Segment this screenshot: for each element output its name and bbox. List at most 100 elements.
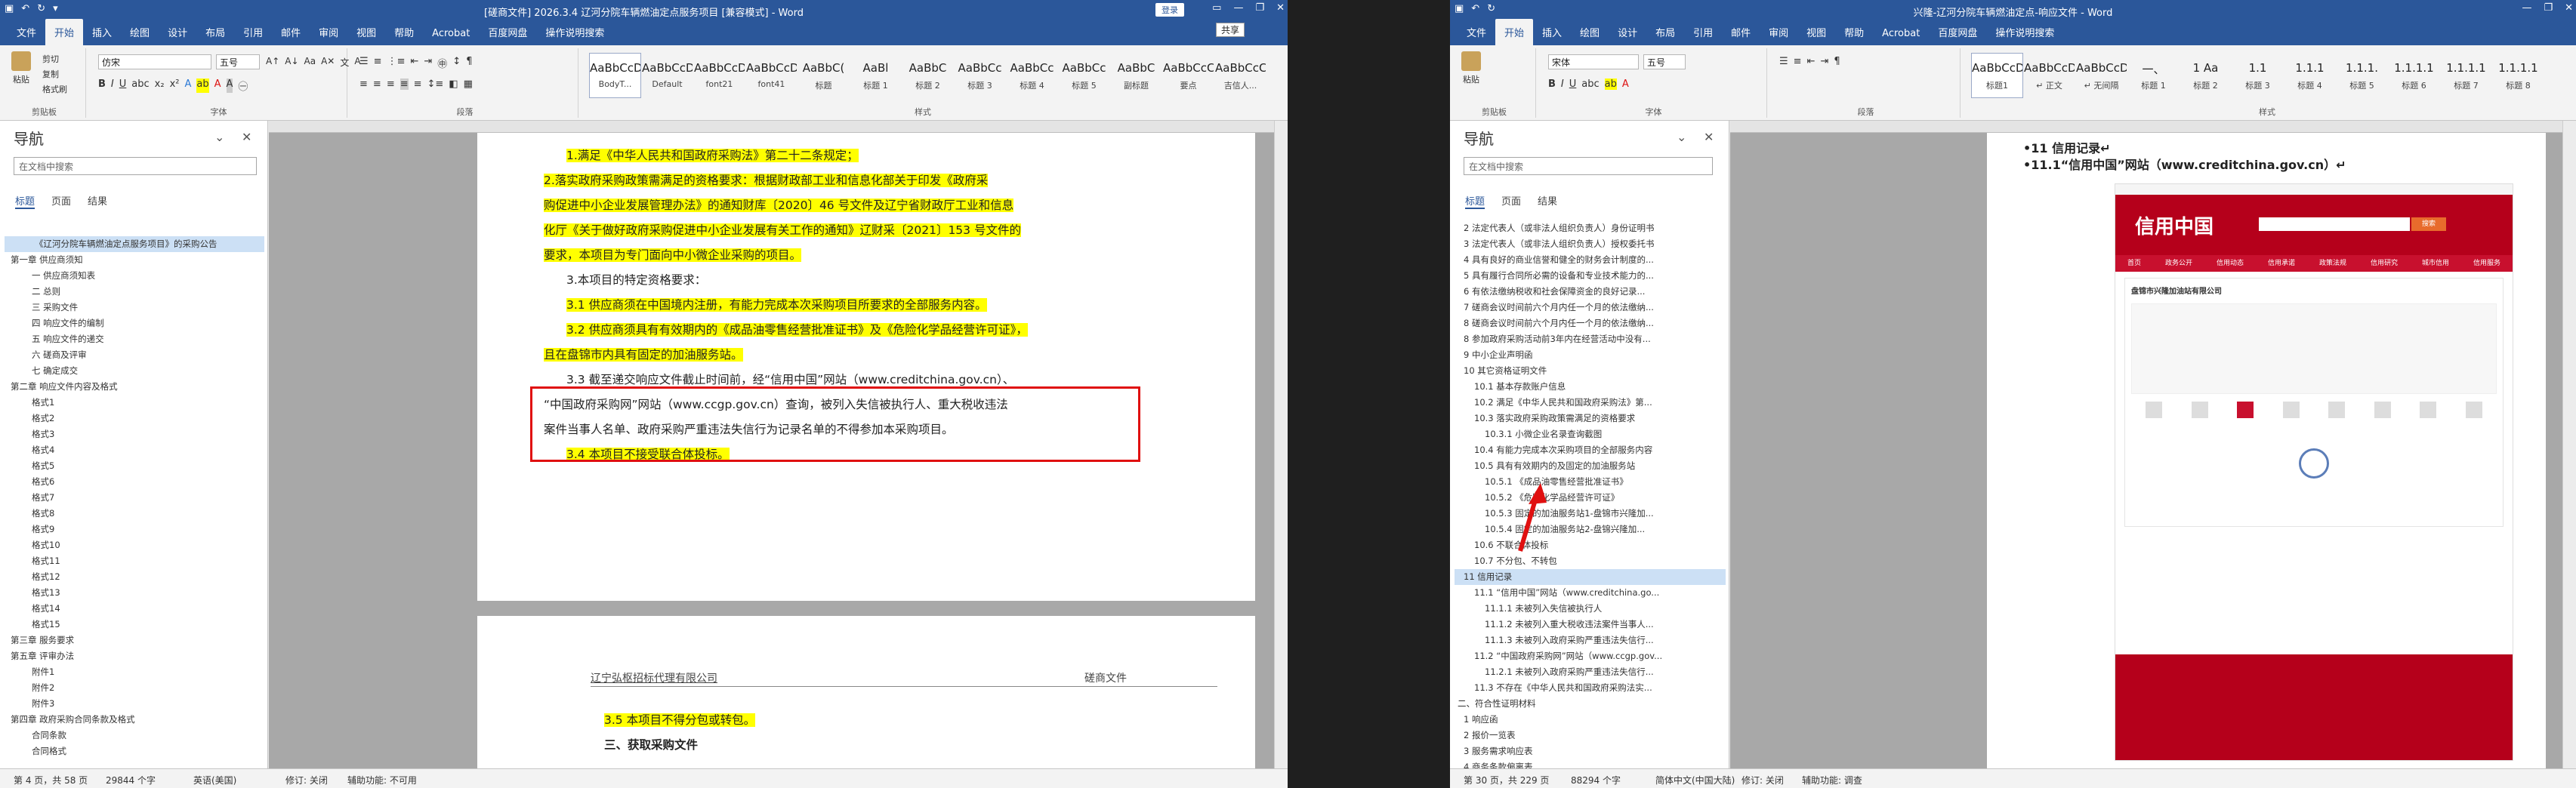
clipboard-action[interactable]: 剪切 bbox=[42, 53, 67, 65]
vertical-scrollbar[interactable] bbox=[1274, 121, 1288, 768]
nav-heading-item[interactable]: 10.3.1 小微企业名录查询截图 bbox=[1455, 426, 1726, 442]
status-words-right[interactable]: 88294 个字 bbox=[1571, 774, 1621, 786]
align-left-icon[interactable]: ≡ bbox=[359, 78, 368, 90]
ribbon-display-icon[interactable]: ▭ bbox=[1212, 2, 1221, 14]
nav-heading-item[interactable]: 2 报价一览表 bbox=[1455, 728, 1726, 743]
bold-icon[interactable]: B bbox=[1548, 78, 1556, 90]
ribbon-tab[interactable]: 设计 bbox=[1609, 25, 1646, 45]
nav-tab[interactable]: 标题 bbox=[15, 193, 35, 209]
style-tile[interactable]: 1.1.1.1 标题 7 bbox=[2440, 53, 2492, 98]
nav-heading-item[interactable]: 10 其它资格证明文件 bbox=[1455, 363, 1726, 379]
close-icon[interactable]: ✕ bbox=[1276, 2, 1285, 14]
nav-heading-item[interactable]: 第五章 评审办法 bbox=[5, 648, 264, 664]
style-tile[interactable]: AaBbCcDd ↵ 无间隔 bbox=[2075, 53, 2127, 98]
ribbon-tab[interactable]: 绘图 bbox=[1571, 25, 1609, 45]
nav-heading-item[interactable]: 2 法定代表人（或非法人组织负责人）身份证明书 bbox=[1455, 220, 1726, 236]
status-language[interactable]: 英语(美国) bbox=[193, 774, 236, 786]
font-name-box-right[interactable]: 宋体 bbox=[1548, 54, 1639, 69]
ribbon-tab[interactable]: 文件 bbox=[8, 25, 45, 45]
nav-heading-item[interactable]: 9 中小企业声明函 bbox=[1455, 347, 1726, 363]
style-tile[interactable]: AaBbCc 标题 4 bbox=[1006, 53, 1058, 98]
nav-heading-item[interactable]: 格式7 bbox=[5, 490, 264, 506]
nav-tab[interactable]: 标题 bbox=[1465, 193, 1485, 209]
nav-heading-item[interactable]: 附件3 bbox=[5, 696, 264, 712]
nav-heading-item[interactable]: 格式15 bbox=[5, 617, 264, 633]
nav-heading-item[interactable]: 3 法定代表人（或非法人组织负责人）授权委托书 bbox=[1455, 236, 1726, 252]
horizontal-ruler[interactable] bbox=[269, 121, 1288, 133]
underline-icon[interactable]: U bbox=[1569, 78, 1577, 90]
style-tile[interactable]: 1.1.1 标题 4 bbox=[2284, 53, 2336, 98]
style-tile[interactable]: AaBbCcDd font21 bbox=[693, 53, 745, 98]
ribbon-tab[interactable]: 插入 bbox=[1533, 25, 1571, 45]
nav-heading-item[interactable]: 格式14 bbox=[5, 601, 264, 617]
ribbon-tab[interactable]: 邮件 bbox=[1722, 25, 1760, 45]
numbering-icon[interactable]: ≡ bbox=[374, 56, 382, 70]
bullets-icon[interactable]: ☰ bbox=[1779, 56, 1788, 67]
nav-options-icon[interactable]: ⌄ bbox=[214, 130, 224, 144]
ribbon-tab[interactable]: 视图 bbox=[1797, 25, 1835, 45]
line-spacing-icon[interactable]: ↕≡ bbox=[427, 78, 444, 90]
ribbon-tab[interactable]: 开始 bbox=[45, 19, 84, 45]
show-marks-icon[interactable]: ¶ bbox=[1834, 56, 1840, 67]
ribbon-tab[interactable]: 视图 bbox=[347, 25, 385, 45]
style-tile[interactable]: AaBbCcDd ↵ 正文 bbox=[2023, 53, 2075, 98]
align-center-icon[interactable]: ≡ bbox=[373, 78, 381, 90]
nav-heading-item[interactable]: 10.4 有能力完成本次采购项目的全部服务内容 bbox=[1455, 442, 1726, 458]
ribbon-tab[interactable]: Acrobat bbox=[423, 28, 479, 45]
align-right-icon[interactable]: ≡ bbox=[387, 78, 395, 90]
chinese-layout-icon[interactable]: ㊥ bbox=[437, 56, 447, 70]
nav-heading-item[interactable]: 1 响应函 bbox=[1455, 712, 1726, 728]
nav-heading-item[interactable]: 8 参加政府采购活动前3年内在经营活动中没有... bbox=[1455, 331, 1726, 347]
ribbon-tab[interactable]: 审阅 bbox=[1760, 25, 1797, 45]
signin-button[interactable]: 登录 bbox=[1155, 3, 1184, 17]
status-language-right[interactable]: 简体中文(中国大陆) bbox=[1655, 774, 1735, 786]
underline-icon[interactable]: U bbox=[119, 78, 127, 93]
nav-heading-item[interactable]: 10.5.1 《成品油零售经营批准证书》 bbox=[1455, 474, 1726, 490]
style-tile[interactable]: AaBbCc 标题 5 bbox=[1058, 53, 1110, 98]
close-icon[interactable]: ✕ bbox=[2565, 2, 2573, 14]
ribbon-tab[interactable]: 设计 bbox=[159, 25, 196, 45]
clipboard-action[interactable]: 复制 bbox=[42, 68, 67, 80]
nav-heading-item[interactable]: 10.7 不分包、不转包 bbox=[1455, 553, 1726, 569]
nav-heading-item[interactable]: 六 磋商及评审 bbox=[5, 347, 264, 363]
minimize-icon[interactable]: — bbox=[1233, 2, 1243, 14]
nav-heading-item[interactable]: 格式10 bbox=[5, 537, 264, 553]
clipboard-action[interactable]: 格式刷 bbox=[42, 83, 67, 95]
nav-heading-item[interactable]: 格式4 bbox=[5, 442, 264, 458]
style-tile[interactable]: 1.1.1.1 标题 6 bbox=[2388, 53, 2440, 98]
nav-heading-item[interactable]: 附件1 bbox=[5, 664, 264, 680]
increase-indent-icon[interactable]: ⇥ bbox=[1820, 56, 1828, 67]
status-track-changes[interactable]: 修订: 关闭 bbox=[285, 774, 328, 786]
maximize-icon[interactable]: ❐ bbox=[2544, 2, 2553, 14]
nav-heading-item[interactable]: 格式11 bbox=[5, 553, 264, 569]
minimize-icon[interactable]: — bbox=[2522, 2, 2531, 14]
tell-me-search[interactable]: 操作说明搜索 bbox=[1986, 25, 2063, 45]
status-track-changes-right[interactable]: 修订: 关闭 bbox=[1741, 774, 1784, 786]
maximize-icon[interactable]: ❐ bbox=[1255, 2, 1264, 14]
status-accessibility-right[interactable]: 辅助功能: 调查 bbox=[1802, 774, 1862, 786]
nav-heading-item[interactable]: 五 响应文件的递交 bbox=[5, 331, 264, 347]
ribbon-tab[interactable]: 文件 bbox=[1458, 25, 1495, 45]
style-tile[interactable]: AaBbC 标题 2 bbox=[902, 53, 954, 98]
nav-heading-item[interactable]: 10.5.3 固定的加油服务站1-盘锦市兴隆加... bbox=[1455, 506, 1726, 522]
nav-heading-item[interactable]: 10.5 具有有效期内的及固定的加油服务站 bbox=[1455, 458, 1726, 474]
status-words[interactable]: 29844 个字 bbox=[106, 774, 156, 786]
nav-close-icon[interactable]: ✕ bbox=[1704, 130, 1714, 144]
numbering-icon[interactable]: ≡ bbox=[1794, 56, 1802, 67]
italic-icon[interactable]: I bbox=[1561, 78, 1564, 90]
italic-icon[interactable]: I bbox=[111, 78, 114, 93]
nav-heading-item[interactable]: 11.3 不存在《中华人民共和国政府采购法实... bbox=[1455, 680, 1726, 696]
nav-heading-item[interactable]: 7 磋商会议时间前六个月内任一个月的依法缴纳... bbox=[1455, 300, 1726, 316]
nav-heading-item[interactable]: 11.1.2 未被列入重大税收违法案件当事人... bbox=[1455, 617, 1726, 633]
nav-heading-item[interactable]: 一 供应商须知表 bbox=[5, 268, 264, 284]
status-page[interactable]: 第 4 页，共 58 页 bbox=[14, 774, 88, 786]
nav-heading-item[interactable]: 格式1 bbox=[5, 395, 264, 411]
horizontal-ruler-right[interactable] bbox=[1730, 121, 2576, 133]
ribbon-tab[interactable]: 引用 bbox=[234, 25, 272, 45]
nav-heading-item[interactable]: 11.2 “中国政府采购网”网站（www.ccgp.gov... bbox=[1455, 648, 1726, 664]
ribbon-tab[interactable]: 审阅 bbox=[310, 25, 347, 45]
nav-heading-item[interactable]: 11.1.3 未被列入政府采购严重违法失信行... bbox=[1455, 633, 1726, 648]
ribbon-tab[interactable]: 引用 bbox=[1684, 25, 1722, 45]
nav-heading-item[interactable]: 第四章 政府采购合同条款及格式 bbox=[5, 712, 264, 728]
style-tile[interactable]: 一、 标题 1 bbox=[2127, 53, 2180, 98]
